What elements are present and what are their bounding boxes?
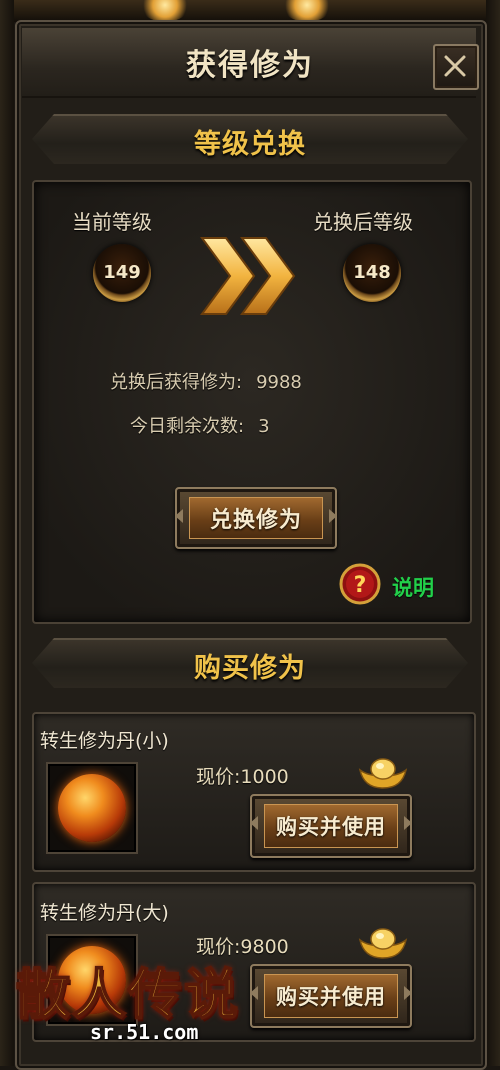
button-nub: [329, 509, 337, 523]
item-name: 转生修为丹(大): [40, 902, 169, 924]
button-nub: [404, 816, 412, 830]
button-nub: [175, 509, 183, 523]
gold-ingot-icon: [358, 758, 408, 789]
level-exchange-header: 等级兑换: [32, 108, 468, 170]
left-edge: [0, 0, 14, 1066]
item-price: 现价:1000: [196, 766, 289, 788]
buy-section-title: 购买修为: [194, 653, 306, 684]
help-question-icon[interactable]: ?: [339, 563, 381, 605]
top-ornament: [0, 0, 500, 22]
logo-title: 散人传说: [15, 961, 240, 1027]
remaining-value: 3: [258, 416, 270, 437]
exchange-button-label: 兑换修为: [189, 497, 323, 539]
current-level-badge: 149: [93, 244, 151, 302]
buy-button-label: 购买并使用: [264, 804, 398, 848]
fire-orb-icon: [58, 774, 126, 842]
buy-and-use-button[interactable]: 购买并使用: [250, 964, 412, 1028]
dialog-title: 获得修为: [186, 48, 314, 83]
gain-value: 9988: [256, 372, 302, 393]
button-nub: [250, 816, 258, 830]
level-exchange-title: 等级兑换: [194, 129, 306, 160]
remaining-label: 今日剩余次数:: [130, 416, 245, 437]
close-button[interactable]: [433, 44, 479, 90]
item-slot[interactable]: [46, 762, 138, 854]
gold-ingot-icon: [358, 928, 408, 959]
button-nub: [250, 986, 258, 1000]
after-level-badge: 148: [343, 244, 401, 302]
after-level-label: 兑换后等级: [313, 210, 413, 234]
button-nub: [404, 986, 412, 1000]
gain-info-line: 兑换后获得修为: 9988: [110, 368, 302, 394]
game-logo: 散人传说 sr.51.com: [2, 942, 250, 1066]
current-level-value: 149: [103, 262, 141, 283]
remaining-info-line: 今日剩余次数: 3: [130, 412, 270, 438]
gain-label: 兑换后获得修为:: [110, 372, 243, 393]
logo-url: sr.51.com: [90, 1020, 199, 1044]
item-name: 转生修为丹(小): [40, 730, 169, 752]
buy-section-header: 购买修为: [32, 632, 468, 694]
double-arrow-right-icon: [200, 237, 296, 315]
exchange-button[interactable]: 兑换修为: [175, 487, 337, 549]
after-level-value: 148: [353, 262, 391, 283]
current-level-label: 当前等级: [72, 210, 152, 234]
buy-button-label: 购买并使用: [264, 974, 398, 1018]
buy-and-use-button[interactable]: 购买并使用: [250, 794, 412, 858]
right-edge: [486, 0, 500, 1066]
help-link[interactable]: 说明: [392, 572, 434, 602]
close-x-icon: [444, 55, 466, 77]
svg-text:?: ?: [354, 573, 367, 598]
